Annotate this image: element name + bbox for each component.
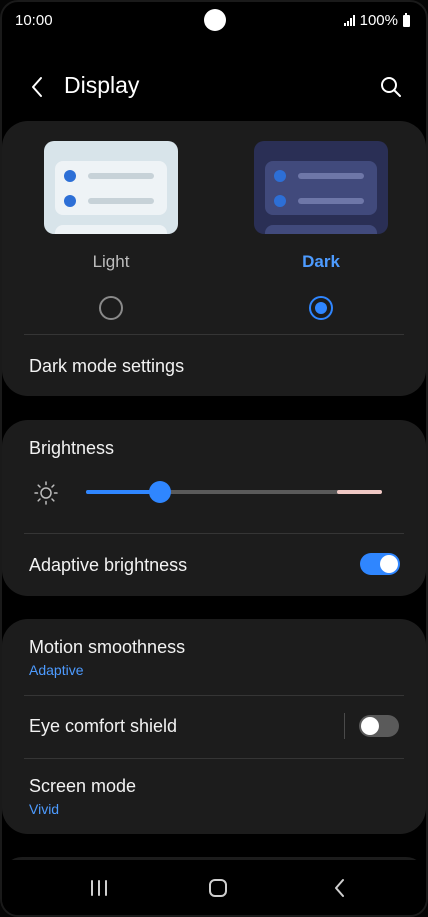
home-icon [209,879,227,897]
dark-theme-radio[interactable] [309,296,333,320]
light-theme-preview [44,141,178,234]
toggle-knob [380,555,398,573]
app-header: Display [2,62,426,110]
home-button[interactable] [203,874,233,902]
vertical-separator [344,713,345,739]
slider-thumb[interactable] [149,481,171,503]
brightness-slider[interactable] [86,481,382,503]
screen-mode-title: Screen mode [29,776,137,796]
back-button[interactable] [22,72,52,102]
divider [24,533,404,534]
search-button[interactable] [376,72,406,102]
brightness-card: Brightness Adaptive brightness [2,420,426,596]
divider [24,758,404,759]
status-icons: 100% [343,12,410,29]
nav-back-button[interactable] [324,874,354,902]
theme-card: Light Dark Dark mode settings [2,121,426,396]
signal-icon [343,15,355,26]
sun-icon [34,481,58,505]
light-theme-radio[interactable] [99,296,123,320]
theme-option-dark[interactable]: Dark [254,141,388,320]
adaptive-brightness-toggle[interactable] [360,553,400,575]
navigation-bar [2,860,426,915]
recents-icon [91,880,107,896]
status-bar: 10:00 100% [2,2,426,40]
status-time: 10:00 [15,12,53,29]
dark-theme-preview [254,141,388,234]
divider [24,334,404,335]
recents-button[interactable] [84,874,114,902]
theme-option-light[interactable]: Light [44,141,178,320]
divider [24,695,404,696]
dark-mode-settings-item[interactable]: Dark mode settings [29,356,184,377]
battery-icon [403,12,410,27]
camera-cutout [204,9,226,31]
page-title: Display [64,72,140,98]
motion-smoothness-title: Motion smoothness [29,637,186,657]
eye-comfort-shield-item[interactable]: Eye comfort shield [29,716,177,737]
toggle-knob [361,717,379,735]
brightness-title: Brightness [29,438,115,458]
screen-mode-value: Vivid [29,801,60,817]
search-icon [381,77,401,97]
eye-comfort-toggle[interactable] [359,715,399,737]
back-icon [335,879,344,897]
battery-percent: 100% [359,12,398,29]
adaptive-brightness-label: Adaptive brightness [29,555,188,575]
light-theme-label: Light [92,252,130,271]
motion-smoothness-value: Adaptive [29,662,84,678]
slider-high-zone [337,490,382,494]
back-arrow-icon [32,77,42,97]
display-settings-card: Motion smoothness Adaptive Eye comfort s… [2,619,426,834]
dark-theme-label: Dark [302,252,340,271]
screen: 10:00 100% Display Light Dark Dark mode … [0,0,428,917]
